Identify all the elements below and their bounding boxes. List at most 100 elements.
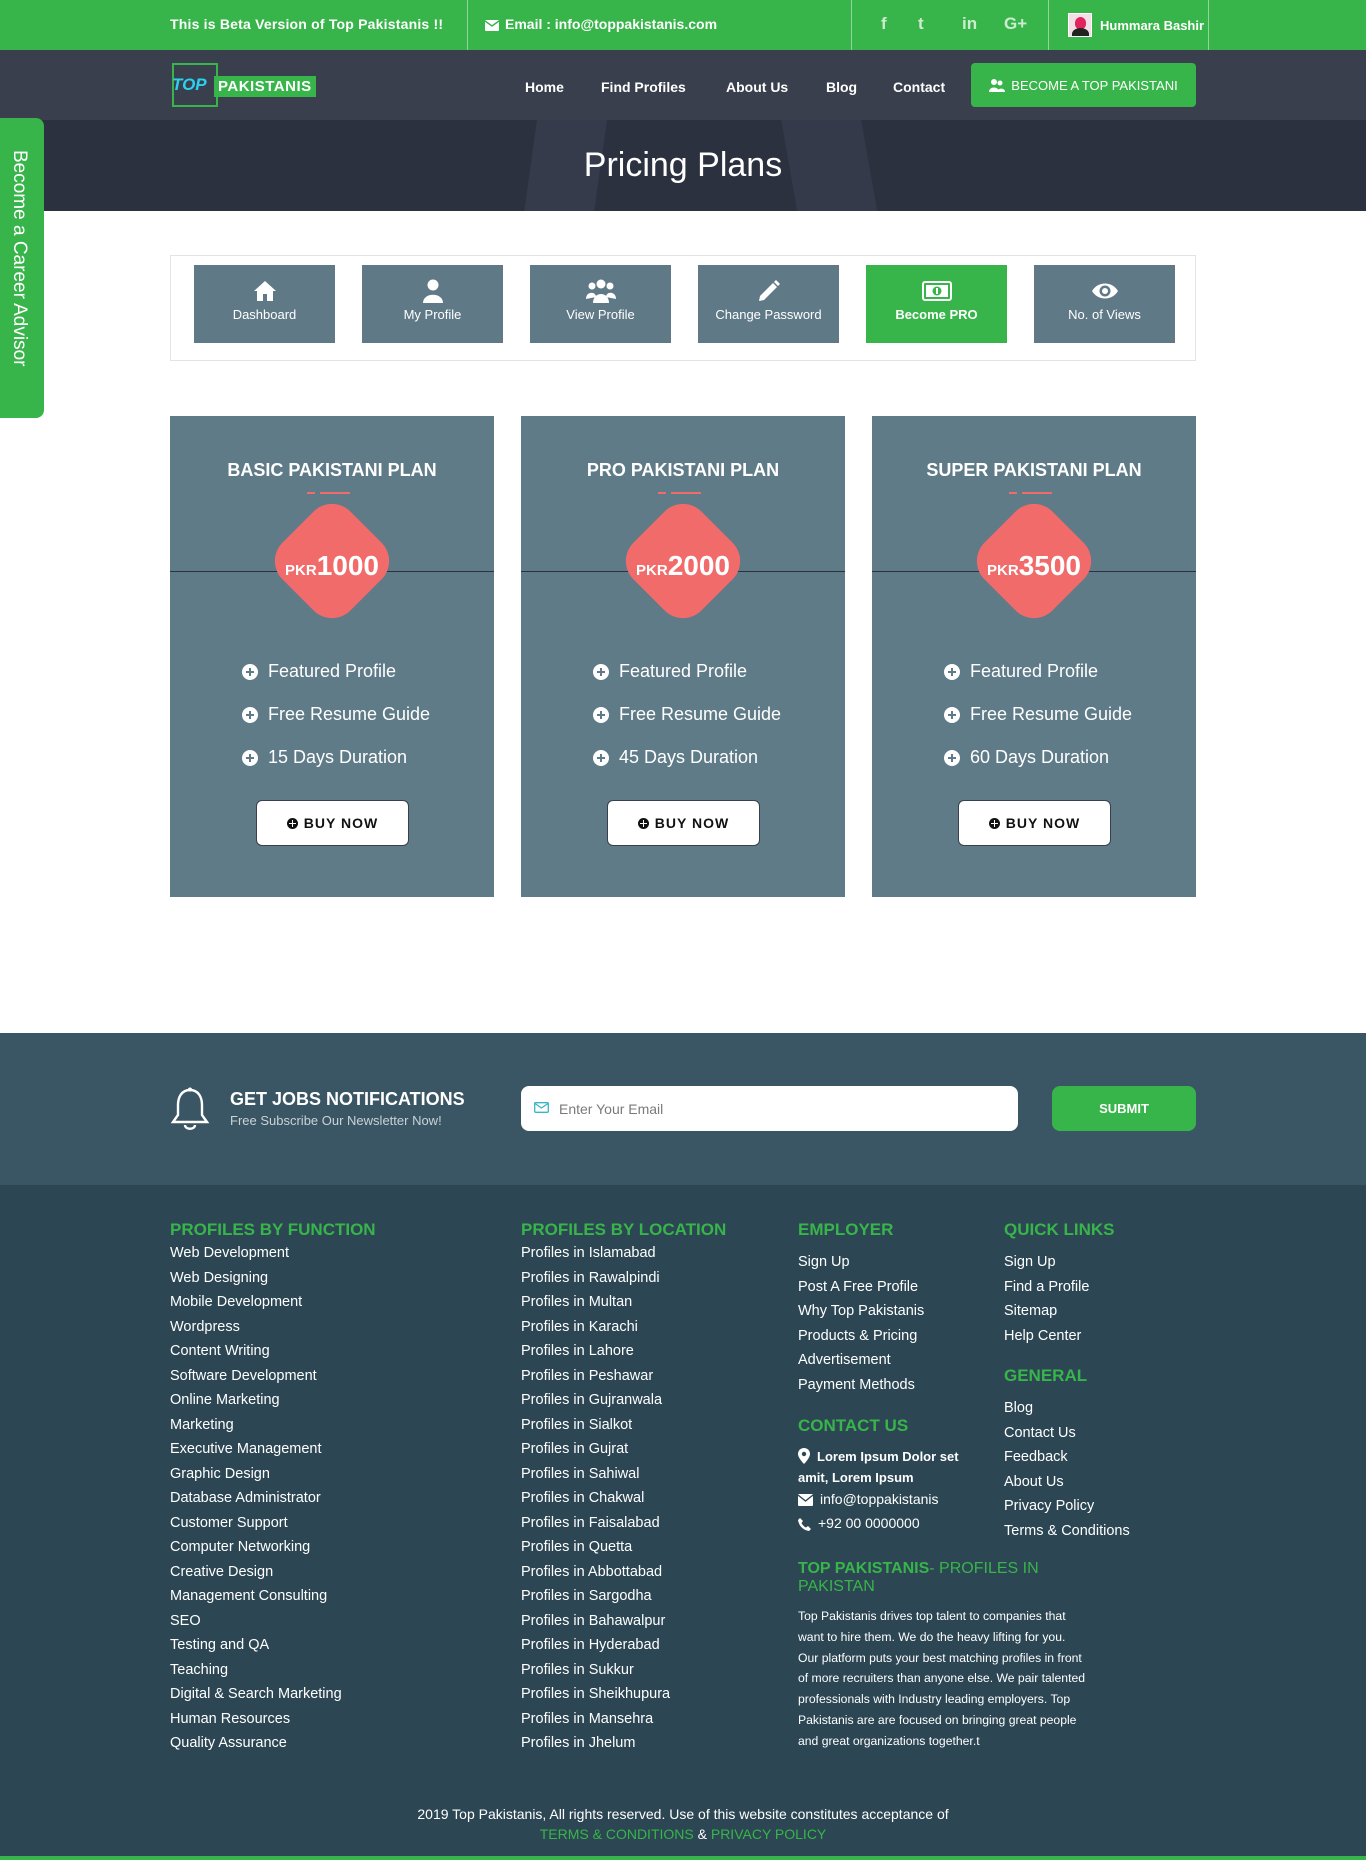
function-link[interactable]: Creative Design — [170, 1560, 342, 1585]
newsletter-section: GET JOBS NOTIFICATIONS Free Subscribe Ou… — [0, 1033, 1366, 1185]
facebook-icon[interactable]: f — [881, 14, 887, 34]
function-link[interactable]: Digital & Search Marketing — [170, 1682, 342, 1707]
location-link[interactable]: Profiles in Chakwal — [521, 1486, 670, 1511]
become-top-pakistani-button[interactable]: BECOME A TOP PAKISTANI — [971, 63, 1196, 107]
linkedin-icon[interactable]: in — [962, 14, 977, 34]
quick-link[interactable]: Help Center — [1004, 1324, 1089, 1349]
function-link[interactable]: Web Designing — [170, 1266, 342, 1291]
location-link[interactable]: Profiles in Gujrat — [521, 1437, 670, 1462]
location-link[interactable]: Profiles in Abbottabad — [521, 1560, 670, 1585]
nav-find-profiles[interactable]: Find Profiles — [601, 79, 686, 95]
location-link[interactable]: Profiles in Gujranwala — [521, 1388, 670, 1413]
location-link[interactable]: Profiles in Faisalabad — [521, 1511, 670, 1536]
price-amount: 1000 — [316, 550, 379, 581]
tab-dashboard[interactable]: Dashboard — [194, 265, 335, 343]
employer-link[interactable]: Payment Methods — [798, 1373, 924, 1398]
function-link[interactable]: Testing and QA — [170, 1633, 342, 1658]
nav-contact[interactable]: Contact — [893, 79, 945, 95]
plus-circle-icon — [593, 749, 609, 766]
function-link[interactable]: Database Administrator — [170, 1486, 342, 1511]
buy-now-button[interactable]: BUY NOW — [958, 800, 1111, 846]
avatar — [1068, 13, 1092, 37]
function-link[interactable]: Wordpress — [170, 1315, 342, 1340]
location-link[interactable]: Profiles in Mansehra — [521, 1707, 670, 1732]
function-link[interactable]: Web Development — [170, 1241, 342, 1266]
location-link[interactable]: Profiles in Sukkur — [521, 1658, 670, 1683]
location-link[interactable]: Profiles in Sheikhupura — [521, 1682, 670, 1707]
tab-label: Become PRO — [895, 307, 978, 322]
employer-link[interactable]: Products & Pricing — [798, 1324, 924, 1349]
function-link[interactable]: SEO — [170, 1609, 342, 1634]
location-link[interactable]: Profiles in Sahiwal — [521, 1462, 670, 1487]
location-link[interactable]: Profiles in Jhelum — [521, 1731, 670, 1756]
function-link[interactable]: Human Resources — [170, 1707, 342, 1732]
location-link[interactable]: Profiles in Islamabad — [521, 1241, 670, 1266]
general-link[interactable]: Terms & Conditions — [1004, 1519, 1130, 1544]
tab-become-pro[interactable]: Become PRO — [866, 265, 1007, 343]
divider — [467, 0, 468, 50]
buy-now-label: BUY NOW — [654, 815, 730, 831]
title-underline — [658, 492, 666, 494]
employer-link[interactable]: Sign Up — [798, 1250, 924, 1275]
feature-label: 45 Days Duration — [619, 747, 759, 767]
quick-link[interactable]: Sitemap — [1004, 1299, 1089, 1324]
general-link[interactable]: About Us — [1004, 1470, 1130, 1495]
tab-my-profile[interactable]: My Profile — [362, 265, 503, 343]
user-menu[interactable]: Hummara Bashir — [1068, 13, 1204, 37]
function-link[interactable]: Content Writing — [170, 1339, 342, 1364]
quick-link[interactable]: Find a Profile — [1004, 1275, 1089, 1300]
nav-blog[interactable]: Blog — [826, 79, 857, 95]
function-link[interactable]: Software Development — [170, 1364, 342, 1389]
location-link[interactable]: Profiles in Karachi — [521, 1315, 670, 1340]
location-link[interactable]: Profiles in Rawalpindi — [521, 1266, 670, 1291]
title-underline — [671, 492, 701, 494]
location-link[interactable]: Profiles in Bahawalpur — [521, 1609, 670, 1634]
function-link[interactable]: Mobile Development — [170, 1290, 342, 1315]
buy-now-button[interactable]: BUY NOW — [607, 800, 760, 846]
location-link[interactable]: Profiles in Quetta — [521, 1535, 670, 1560]
function-link[interactable]: Quality Assurance — [170, 1731, 342, 1756]
general-link[interactable]: Contact Us — [1004, 1421, 1130, 1446]
function-link[interactable]: Executive Management — [170, 1437, 342, 1462]
privacy-link[interactable]: PRIVACY POLICY — [711, 1826, 826, 1842]
general-link[interactable]: Feedback — [1004, 1445, 1130, 1470]
newsletter-submit-button[interactable]: SUBMIT — [1052, 1086, 1196, 1131]
function-link[interactable]: Customer Support — [170, 1511, 342, 1536]
function-link[interactable]: Marketing — [170, 1413, 342, 1438]
location-link[interactable]: Profiles in Hyderabad — [521, 1633, 670, 1658]
feature-label: Free Resume Guide — [268, 704, 431, 724]
tab-change-password[interactable]: Change Password — [698, 265, 839, 343]
function-link[interactable]: Online Marketing — [170, 1388, 342, 1413]
bottom-strip — [0, 1856, 1366, 1860]
employer-link[interactable]: Post A Free Profile — [798, 1275, 924, 1300]
tab-view-profile[interactable]: View Profile — [530, 265, 671, 343]
site-logo[interactable]: TOP PAKISTANIS — [172, 63, 318, 107]
location-link[interactable]: Profiles in Sargodha — [521, 1584, 670, 1609]
feature-label: Featured Profile — [268, 661, 397, 681]
function-link[interactable]: Management Consulting — [170, 1584, 342, 1609]
plan-feature: Featured Profile — [944, 661, 1098, 682]
topbar-email[interactable]: Email : info@toppakistanis.com — [484, 16, 717, 32]
google-plus-icon[interactable]: G+ — [1004, 14, 1027, 34]
newsletter-email-input[interactable] — [521, 1086, 1018, 1131]
function-link[interactable]: Graphic Design — [170, 1462, 342, 1487]
buy-now-button[interactable]: BUY NOW — [256, 800, 409, 846]
location-link[interactable]: Profiles in Multan — [521, 1290, 670, 1315]
general-link[interactable]: Privacy Policy — [1004, 1494, 1130, 1519]
tab-no-of-views[interactable]: No. of Views — [1034, 265, 1175, 343]
terms-link[interactable]: TERMS & CONDITIONS — [540, 1826, 694, 1842]
nav-about-us[interactable]: About Us — [726, 79, 788, 95]
general-link[interactable]: Blog — [1004, 1396, 1130, 1421]
contact-email[interactable]: info@toppakistanis — [798, 1491, 939, 1507]
employer-link[interactable]: Advertisement — [798, 1348, 924, 1373]
location-link[interactable]: Profiles in Lahore — [521, 1339, 670, 1364]
career-advisor-tab[interactable]: Become a Career Advisor — [0, 118, 44, 418]
location-link[interactable]: Profiles in Sialkot — [521, 1413, 670, 1438]
employer-link[interactable]: Why Top Pakistanis — [798, 1299, 924, 1324]
quick-link[interactable]: Sign Up — [1004, 1250, 1089, 1275]
nav-home[interactable]: Home — [525, 79, 564, 95]
twitter-icon[interactable]: t — [918, 14, 924, 34]
location-link[interactable]: Profiles in Peshawar — [521, 1364, 670, 1389]
function-link[interactable]: Computer Networking — [170, 1535, 342, 1560]
function-link[interactable]: Teaching — [170, 1658, 342, 1683]
